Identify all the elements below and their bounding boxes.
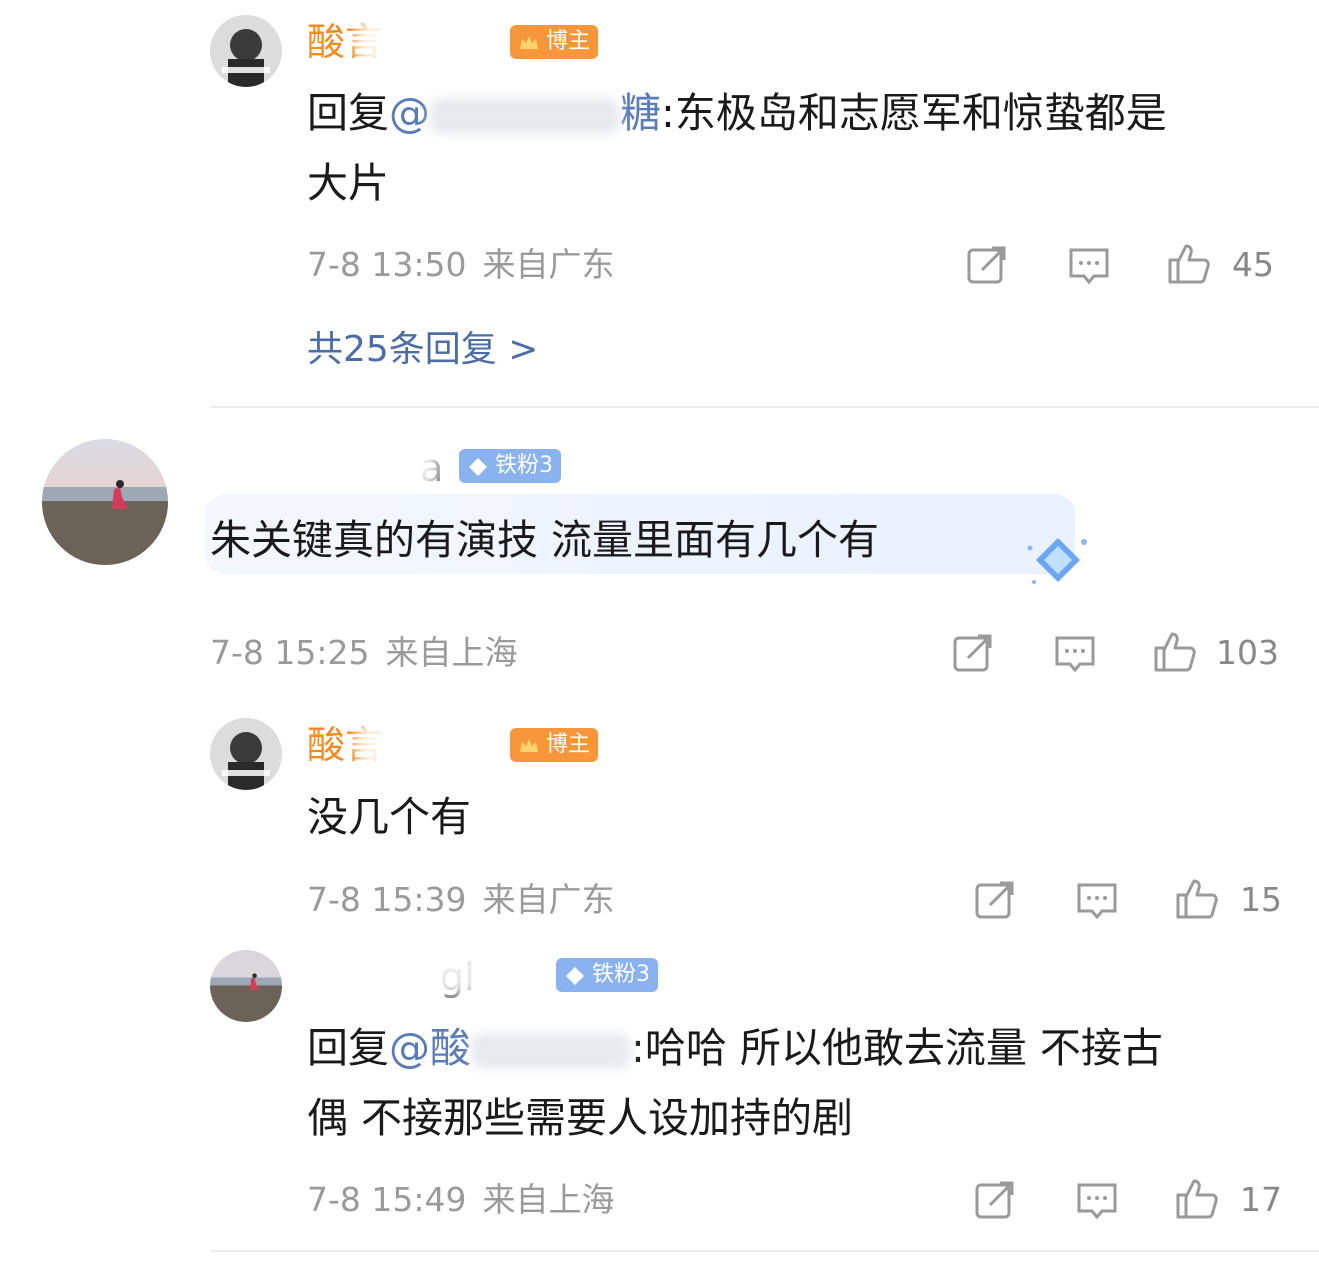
comment-icon[interactable] [1066, 242, 1112, 288]
repost-icon[interactable] [950, 630, 996, 676]
diamond-icon [1022, 534, 1094, 592]
comment-meta: 7-8 15:25 来自上海 [210, 633, 518, 672]
mention-link[interactable]: @ 糖 [389, 89, 661, 137]
diamond-icon [564, 964, 586, 986]
comment-meta: 7-8 15:39 来自广东 [307, 880, 615, 919]
comment-text-line2: 大片 [307, 159, 389, 207]
more-replies-link[interactable]: 共25条回复 > [307, 328, 538, 372]
status-badge: 博主 [510, 25, 599, 59]
comment-meta: 7-8 15:49 来自上海 [307, 1180, 615, 1219]
avatar[interactable] [210, 15, 282, 87]
comment-text: 回复@酸:哈哈 所以他敢去流量 不接古 [307, 1024, 1163, 1072]
like-icon[interactable] [1174, 875, 1220, 921]
diamond-icon [467, 455, 489, 477]
comment-icon[interactable] [1074, 877, 1120, 923]
like-icon[interactable] [1174, 1175, 1220, 1221]
crown-icon [518, 31, 540, 53]
comment-text: 没几个有 [307, 793, 471, 841]
repost-icon[interactable] [972, 877, 1018, 923]
comment-text: 回复@ 糖:东极岛和志愿军和惊蛰都是 [307, 89, 1167, 137]
divider [210, 406, 1319, 408]
like-count: 17 [1240, 1180, 1282, 1219]
comment-text: 朱关键真的有演技 流量里面有几个有 [210, 516, 880, 564]
like-icon[interactable] [1152, 628, 1198, 674]
divider [210, 1250, 1319, 1252]
status-badge: 铁粉3 [556, 958, 658, 992]
comment-icon[interactable] [1074, 1177, 1120, 1223]
like-icon[interactable] [1166, 240, 1212, 286]
comment-meta: 7-8 13:50 来自广东 [307, 245, 615, 284]
avatar[interactable] [210, 950, 282, 1022]
repost-icon[interactable] [964, 242, 1010, 288]
like-count: 103 [1216, 633, 1279, 672]
status-badge: 铁粉3 [459, 449, 561, 483]
avatar[interactable] [42, 439, 168, 565]
crown-icon [518, 734, 540, 756]
like-count: 45 [1232, 245, 1274, 284]
comment-text-line2: 偶 不接那些需要人设加持的剧 [307, 1094, 854, 1142]
mention-link[interactable]: @酸 [389, 1024, 631, 1072]
comment-icon[interactable] [1052, 630, 1098, 676]
avatar[interactable] [210, 718, 282, 790]
status-badge: 博主 [510, 728, 599, 762]
repost-icon[interactable] [972, 1177, 1018, 1223]
like-count: 15 [1240, 880, 1282, 919]
